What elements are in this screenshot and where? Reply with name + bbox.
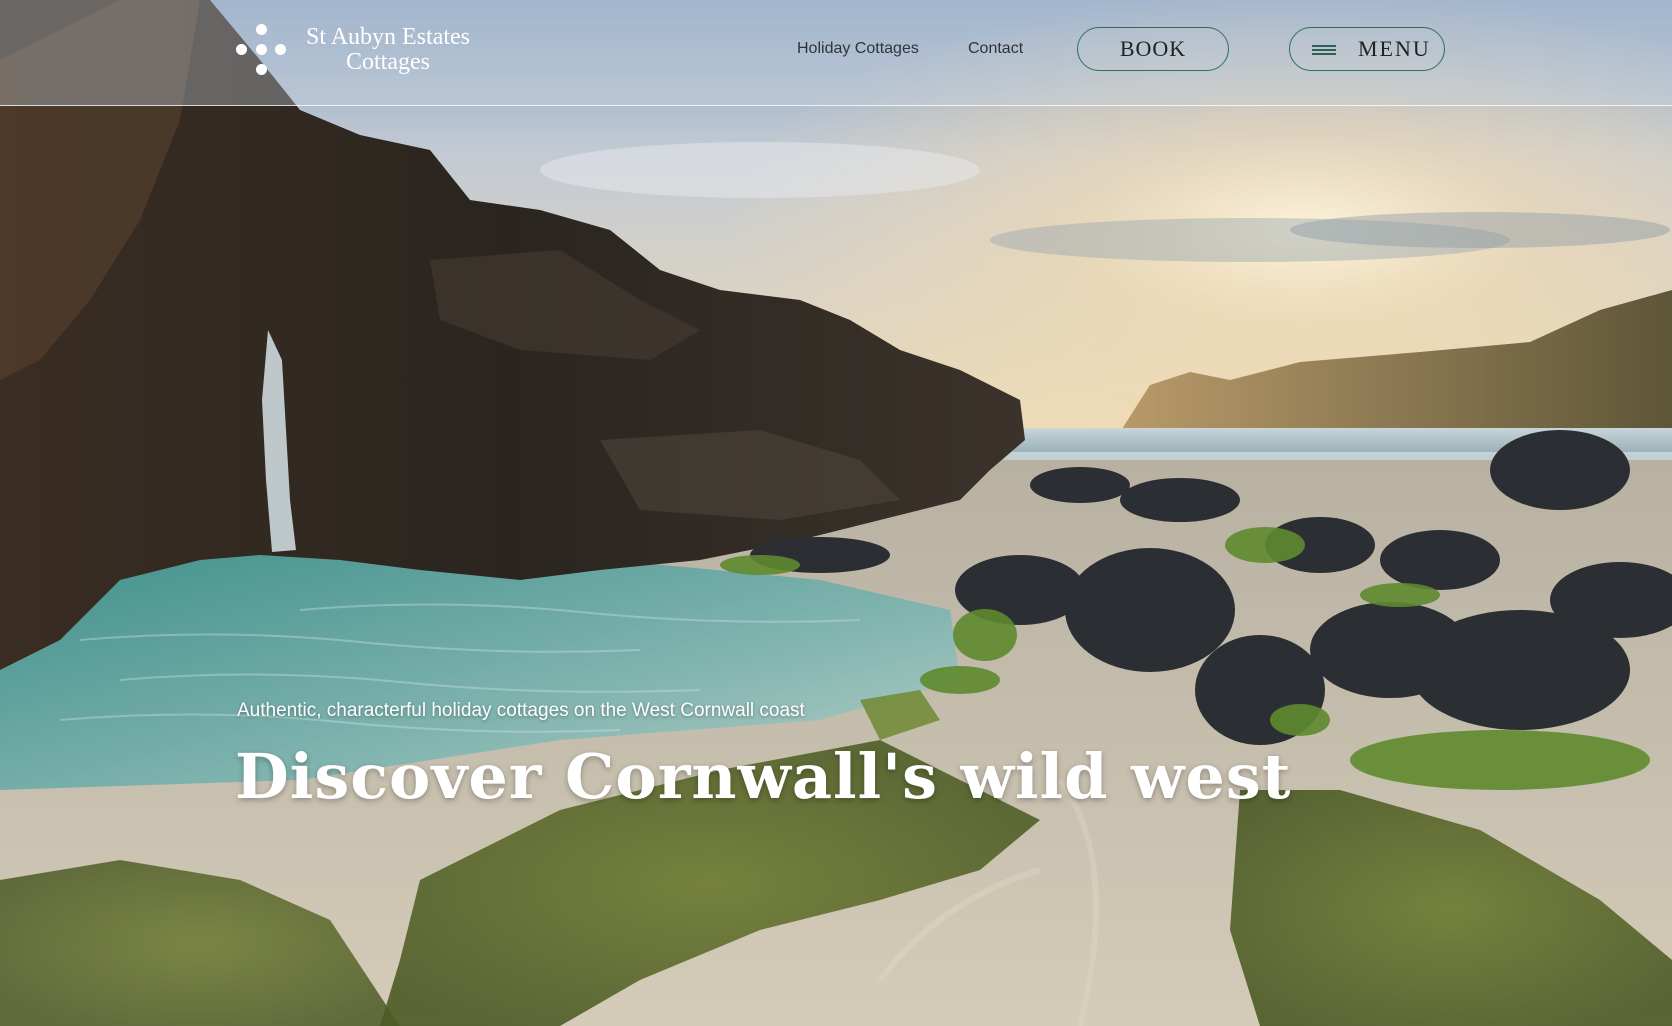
brand-name: St Aubyn Estates Cottages (306, 25, 470, 75)
hero-tagline: Authentic, characterful holiday cottages… (237, 700, 805, 721)
hamburger-icon (1312, 43, 1336, 55)
site-header: St Aubyn Estates Cottages Holiday Cottag… (0, 0, 1672, 106)
book-button-label: BOOK (1119, 36, 1187, 61)
hero-headline: Discover Cornwall's wild west (235, 740, 1292, 813)
nav-link-holiday-cottages[interactable]: Holiday Cottages (797, 40, 919, 58)
menu-button[interactable]: MENU (1289, 27, 1445, 71)
brand-name-line2: Cottages (346, 49, 430, 75)
hero-scene (0, 0, 1672, 1026)
menu-button-label: MENU (1358, 36, 1431, 61)
nav-link-contact[interactable]: Contact (968, 40, 1023, 58)
dot-cluster-logo-icon (236, 24, 286, 76)
book-button[interactable]: BOOK (1077, 27, 1229, 71)
hero-background-image (0, 0, 1672, 1026)
brand-name-line1: St Aubyn Estates (306, 24, 471, 50)
site-logo[interactable]: St Aubyn Estates Cottages (236, 24, 470, 76)
